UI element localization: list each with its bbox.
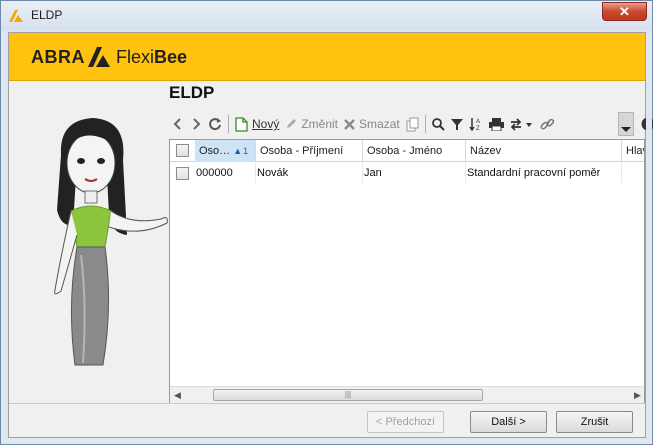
- abra-app-icon: [9, 10, 23, 22]
- filter-icon: [450, 118, 463, 130]
- scroll-left-arrow-icon[interactable]: ◀: [174, 390, 181, 401]
- cell-code: 000000: [192, 163, 256, 183]
- filter-button[interactable]: [448, 113, 466, 135]
- scrollbar-thumb[interactable]: |||: [213, 389, 483, 401]
- logo-bee-text: Bee: [154, 46, 188, 67]
- print-button[interactable]: [486, 113, 507, 135]
- chevron-right-icon: [193, 118, 201, 130]
- record-toolbar: Nový Změnit Smazat AZ: [169, 112, 653, 136]
- back-button[interactable]: [169, 113, 187, 135]
- sort-az-icon: AZ: [469, 118, 480, 131]
- search-button[interactable]: [429, 113, 448, 135]
- close-button[interactable]: ✕: [602, 2, 647, 21]
- logo-abra-text: ABRA: [31, 46, 85, 67]
- window-frame-edge: [646, 32, 652, 438]
- cell-firstname: Jan: [360, 163, 466, 183]
- new-button[interactable]: Nový: [232, 113, 282, 135]
- table-header: Oso… ▲1 Osoba - Příjmení Osoba - Jméno Ná…: [170, 140, 644, 162]
- window-title: ELDP: [31, 8, 63, 22]
- abra-flexibee-logo: ABRA Flexi Bee: [31, 46, 187, 68]
- cell-surname: Novák: [253, 163, 363, 183]
- refresh-icon: [209, 118, 221, 131]
- column-header-firstname[interactable]: Osoba - Jméno: [363, 140, 466, 162]
- chevron-left-icon: [173, 118, 181, 130]
- pencil-icon: [287, 119, 297, 128]
- copy-icon: [406, 117, 419, 131]
- toolbar-overflow-button[interactable]: [618, 112, 634, 136]
- next-button[interactable]: Další >: [470, 411, 547, 433]
- sort-button[interactable]: AZ: [466, 113, 486, 135]
- footer-divider: [9, 403, 645, 404]
- cell-main: [622, 163, 644, 183]
- delete-button-label: Smazat: [359, 117, 400, 131]
- horizontal-scrollbar[interactable]: ◀ ||| ▶: [170, 386, 644, 403]
- sort-ascending-icon: ▲: [233, 146, 243, 156]
- select-all-checkbox[interactable]: [176, 144, 189, 157]
- column-header-label: Oso…: [199, 145, 231, 157]
- column-header-surname[interactable]: Osoba - Příjmení: [256, 140, 363, 162]
- abra-logo-icon: [88, 47, 110, 67]
- row-checkbox[interactable]: [176, 167, 189, 180]
- new-button-label: Nový: [252, 117, 280, 131]
- exchange-arrows-icon: [510, 117, 532, 131]
- table-row[interactable]: 000000 Novák Jan Standardní pracovní pom…: [170, 163, 644, 183]
- link-icon: [540, 118, 554, 129]
- brand-banner: ABRA Flexi Bee: [9, 33, 645, 81]
- cell-name: Standardní pracovní poměr: [463, 163, 622, 183]
- copy-button[interactable]: [403, 113, 422, 135]
- svg-text:Z: Z: [476, 126, 480, 131]
- wizard-content: ABRA Flexi Bee ELDP Nový Změnit Smazat A…: [8, 32, 653, 438]
- logo-flexi-text: Flexi: [116, 46, 155, 67]
- printer-icon: [488, 117, 504, 131]
- toolbar-separator: [424, 115, 426, 133]
- forward-button[interactable]: [187, 113, 205, 135]
- mascot-illustration: [54, 118, 168, 366]
- new-document-icon: [235, 116, 248, 132]
- svg-text:A: A: [476, 119, 480, 125]
- delete-x-icon: [344, 118, 355, 130]
- title-bar: ELDP ✕: [1, 1, 652, 31]
- search-icon: [431, 117, 445, 131]
- column-header-main[interactable]: Hlav: [622, 140, 644, 162]
- column-header-code[interactable]: Oso… ▲1: [195, 140, 256, 162]
- column-header-name[interactable]: Název: [466, 140, 622, 162]
- previous-button[interactable]: < Předchozí: [367, 411, 444, 433]
- edit-button[interactable]: Změnit: [282, 113, 341, 135]
- dialog-window: ELDP ✕ ABRA Flexi Bee ELDP Nový Změnit S…: [0, 0, 653, 445]
- toolbar-separator: [228, 115, 229, 133]
- edit-button-label: Změnit: [301, 117, 339, 131]
- page-title: ELDP: [169, 83, 215, 102]
- link-button[interactable]: [537, 113, 558, 135]
- sort-order-number: 1: [243, 146, 249, 156]
- cancel-button[interactable]: Zrušit: [556, 411, 633, 433]
- records-table: Oso… ▲1 Osoba - Příjmení Osoba - Jméno Ná…: [169, 139, 645, 404]
- scroll-right-arrow-icon[interactable]: ▶: [634, 390, 641, 401]
- dropdown-arrow-icon: [621, 127, 631, 132]
- refresh-button[interactable]: [205, 113, 225, 135]
- delete-button[interactable]: Smazat: [341, 113, 403, 135]
- transfer-button[interactable]: [507, 113, 537, 135]
